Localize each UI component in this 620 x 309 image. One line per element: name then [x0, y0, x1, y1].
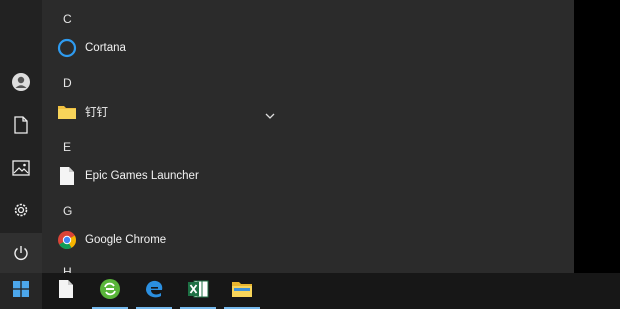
folder-icon	[52, 97, 82, 127]
refresh-app-icon	[99, 278, 121, 305]
windows-start-icon	[13, 280, 29, 302]
section-letter-e[interactable]: E	[63, 140, 71, 154]
file-explorer-icon	[231, 280, 253, 303]
power-button[interactable]	[0, 233, 42, 273]
app-list: C Cortana D 钉钉 E Epic Games Launcher G G…	[42, 0, 574, 273]
app-label: Google Chrome	[85, 234, 167, 246]
user-icon	[11, 72, 31, 92]
file-icon	[58, 279, 74, 304]
start-menu: C Cortana D 钉钉 E Epic Games Launcher G G…	[0, 0, 574, 273]
document-icon	[13, 116, 29, 134]
chrome-icon	[52, 225, 82, 255]
app-item-google-chrome[interactable]: Google Chrome	[52, 225, 312, 255]
section-letter-c[interactable]: C	[63, 12, 72, 26]
app-item-cortana[interactable]: Cortana	[52, 33, 312, 63]
power-icon	[12, 244, 30, 262]
section-letter-h[interactable]: H	[63, 265, 72, 273]
excel-icon	[187, 279, 209, 304]
taskbar-refresh-app-button[interactable]	[88, 273, 132, 309]
taskbar-excel-button[interactable]	[176, 273, 220, 309]
start-button[interactable]	[0, 273, 42, 309]
documents-button[interactable]	[0, 105, 42, 145]
taskbar-edge-button[interactable]	[132, 273, 176, 309]
app-item-dingtalk-folder[interactable]: 钉钉	[52, 97, 312, 127]
app-label: Epic Games Launcher	[85, 170, 199, 182]
settings-button[interactable]	[0, 190, 42, 230]
file-icon	[52, 161, 82, 191]
app-label: Cortana	[85, 42, 126, 54]
start-rail	[0, 0, 42, 273]
chevron-down-icon[interactable]	[265, 107, 275, 125]
pictures-icon	[12, 160, 30, 176]
pictures-button[interactable]	[0, 148, 42, 188]
section-letter-d[interactable]: D	[63, 76, 72, 90]
section-letter-g[interactable]: G	[63, 204, 72, 218]
app-item-epic-games[interactable]: Epic Games Launcher	[52, 161, 312, 191]
edge-icon	[143, 278, 165, 305]
app-label: 钉钉	[85, 107, 108, 119]
cortana-icon	[52, 33, 82, 63]
taskbar-file-explorer-button[interactable]	[220, 273, 264, 309]
taskbar-file-button[interactable]	[44, 273, 88, 309]
settings-icon	[12, 201, 30, 219]
taskbar	[0, 273, 620, 309]
user-account-button[interactable]	[0, 62, 42, 102]
